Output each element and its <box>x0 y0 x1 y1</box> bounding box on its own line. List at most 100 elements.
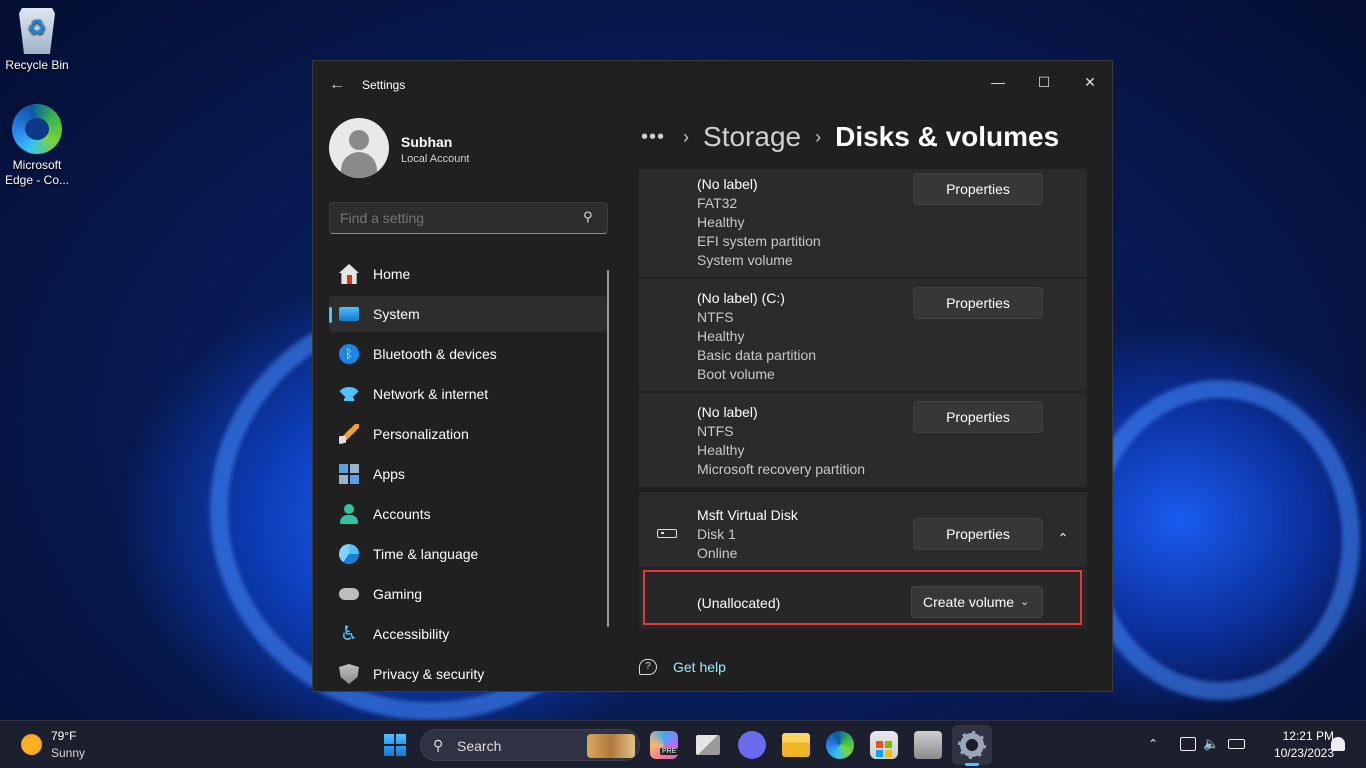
person-icon <box>339 504 359 524</box>
home-icon <box>339 264 359 284</box>
sidebar-item-label: Home <box>373 266 411 282</box>
globe-clock-icon <box>339 544 359 564</box>
volume-details: (No label) (C:) NTFS Healthy Basic data … <box>697 289 816 384</box>
sidebar-item-gaming[interactable]: Gaming <box>329 576 607 612</box>
desktop-icon-label: Recycle Bin <box>5 58 69 72</box>
volume-card: (No label) (C:) NTFS Healthy Basic data … <box>639 279 1087 391</box>
windows-app-icon[interactable] <box>914 731 942 759</box>
disk-properties-button[interactable]: Properties <box>913 518 1043 550</box>
accessibility-icon: ♿ <box>340 623 358 645</box>
get-help-link[interactable]: Get help <box>673 659 726 675</box>
shield-icon <box>339 664 359 684</box>
unallocated-label: (Unallocated) <box>697 595 781 611</box>
network-icon[interactable] <box>1180 737 1196 751</box>
active-app-indicator <box>965 763 979 766</box>
volume-partition-type: Microsoft recovery partition <box>697 461 866 477</box>
search-input[interactable] <box>329 202 608 234</box>
sidebar-item-time-language[interactable]: Time & language <box>329 536 607 572</box>
volume-card: (No label) NTFS Healthy Microsoft recove… <box>639 393 1087 487</box>
sidebar-item-home[interactable]: Home <box>329 256 607 292</box>
account-type: Local Account <box>401 153 470 165</box>
volume-filesystem: NTFS <box>697 309 734 325</box>
sidebar-item-label: Apps <box>373 466 405 482</box>
properties-button[interactable]: Properties <box>913 401 1043 433</box>
search-highlight-image <box>587 734 635 758</box>
avatar-head <box>349 130 369 150</box>
breadcrumb-storage-link[interactable]: Storage <box>703 121 801 153</box>
close-button[interactable]: ✕ <box>1067 67 1112 97</box>
tray-overflow-chevron-icon[interactable]: ⌄ <box>1148 736 1158 750</box>
properties-button[interactable]: Properties <box>913 287 1043 319</box>
minimize-button[interactable]: — <box>975 67 1021 97</box>
volume-health: Healthy <box>697 214 745 230</box>
edge-icon <box>12 104 62 154</box>
properties-button[interactable]: Properties <box>913 173 1043 205</box>
sidebar-item-personalization[interactable]: Personalization <box>329 416 607 452</box>
sidebar-scrollbar[interactable] <box>607 270 609 627</box>
wifi-icon <box>339 387 359 401</box>
taskbar-search[interactable]: ⚲ Search <box>420 729 640 761</box>
sidebar-item-bluetooth[interactable]: ᛒ Bluetooth & devices <box>329 336 607 372</box>
volume-label: (No label) (C:) <box>697 290 785 306</box>
weather-condition[interactable]: Sunny <box>51 746 85 760</box>
volume-details: (No label) FAT32 Healthy EFI system part… <box>697 175 821 270</box>
volumes-list: (No label) FAT32 Healthy EFI system part… <box>639 169 1087 632</box>
wallpaper-bloom <box>1080 380 1360 700</box>
get-help[interactable]: ? Get help <box>639 659 726 675</box>
volume-label: (No label) <box>697 404 758 420</box>
start-button[interactable] <box>384 734 406 756</box>
title-bar[interactable]: ← Settings — ☐ ✕ <box>313 61 1112 109</box>
sidebar-item-accessibility[interactable]: ♿ Accessibility <box>329 616 607 652</box>
account-name: Subhan <box>401 134 453 150</box>
sidebar-item-network[interactable]: Network & internet <box>329 376 607 412</box>
desktop-icon-recycle-bin[interactable]: Recycle Bin <box>0 8 74 73</box>
notification-bell-icon[interactable] <box>1331 737 1345 751</box>
sidebar-item-label: System <box>373 306 420 322</box>
settings-gear-icon[interactable] <box>958 731 986 759</box>
chevron-down-icon: ⌄ <box>1020 596 1030 608</box>
maximize-button[interactable]: ☐ <box>1021 67 1067 97</box>
microsoft-store-icon[interactable] <box>870 731 898 759</box>
back-button[interactable]: ← <box>325 75 349 95</box>
sidebar-item-label: Gaming <box>373 586 423 602</box>
chevron-right-icon: › <box>815 126 822 147</box>
taskbar: 79°F Sunny ⚲ Search PRE ⌄ 🔈 12:21 PM 10/… <box>0 720 1366 768</box>
file-explorer-icon[interactable] <box>782 733 810 757</box>
clock-date[interactable]: 10/23/2023 <box>1258 746 1334 760</box>
battery-icon[interactable] <box>1228 739 1245 749</box>
sidebar-nav: Home System ᛒ Bluetooth & devices Networ… <box>329 256 607 691</box>
help-icon: ? <box>639 659 657 675</box>
disk-card[interactable]: Msft Virtual Disk Disk 1 Online Properti… <box>639 491 1087 567</box>
disk-name: Msft Virtual Disk <box>697 507 798 523</box>
sidebar-item-apps[interactable]: Apps <box>329 456 607 492</box>
search-icon: ⚲ <box>433 737 444 753</box>
sidebar-item-label: Accessibility <box>373 626 450 642</box>
volume-card: (No label) FAT32 Healthy EFI system part… <box>639 169 1087 277</box>
sidebar-item-privacy-security[interactable]: Privacy & security <box>329 656 607 691</box>
volume-details: (No label) NTFS Healthy Microsoft recove… <box>697 403 865 479</box>
avatar[interactable] <box>329 118 389 178</box>
breadcrumb-more-button[interactable]: ••• <box>641 126 665 149</box>
sidebar-item-system[interactable]: System <box>329 296 607 332</box>
search-icon[interactable]: ⚲ <box>583 209 599 225</box>
chevron-up-icon[interactable]: ⌄ <box>1051 526 1075 546</box>
settings-window: ← Settings — ☐ ✕ Subhan Local Account ⚲ … <box>312 60 1113 692</box>
task-view-icon[interactable] <box>696 735 720 755</box>
volume-label: (No label) <box>697 176 758 192</box>
teams-chat-icon[interactable] <box>738 731 766 759</box>
volume-partition-type: EFI system partition <box>697 233 821 249</box>
edge-icon[interactable] <box>826 731 854 759</box>
volume-icon[interactable]: 🔈 <box>1203 737 1219 751</box>
weather-temperature[interactable]: 79°F <box>51 729 76 743</box>
desktop-icon-label: Microsoft Edge - Co... <box>4 158 70 187</box>
create-volume-button[interactable]: Create volume ⌄ <box>911 586 1043 618</box>
clock-time[interactable]: 12:21 PM <box>1274 729 1334 743</box>
sidebar-item-label: Accounts <box>373 506 431 522</box>
desktop-icon-edge[interactable]: Microsoft Edge - Co... <box>0 104 74 188</box>
disk-number: Disk 1 <box>697 526 736 542</box>
sidebar-item-accounts[interactable]: Accounts <box>329 496 607 532</box>
breadcrumb: ••• › Storage › Disks & volumes <box>641 119 1059 155</box>
sun-icon[interactable] <box>21 734 42 755</box>
create-volume-label: Create volume <box>923 594 1015 610</box>
disk-status: Online <box>697 545 738 561</box>
